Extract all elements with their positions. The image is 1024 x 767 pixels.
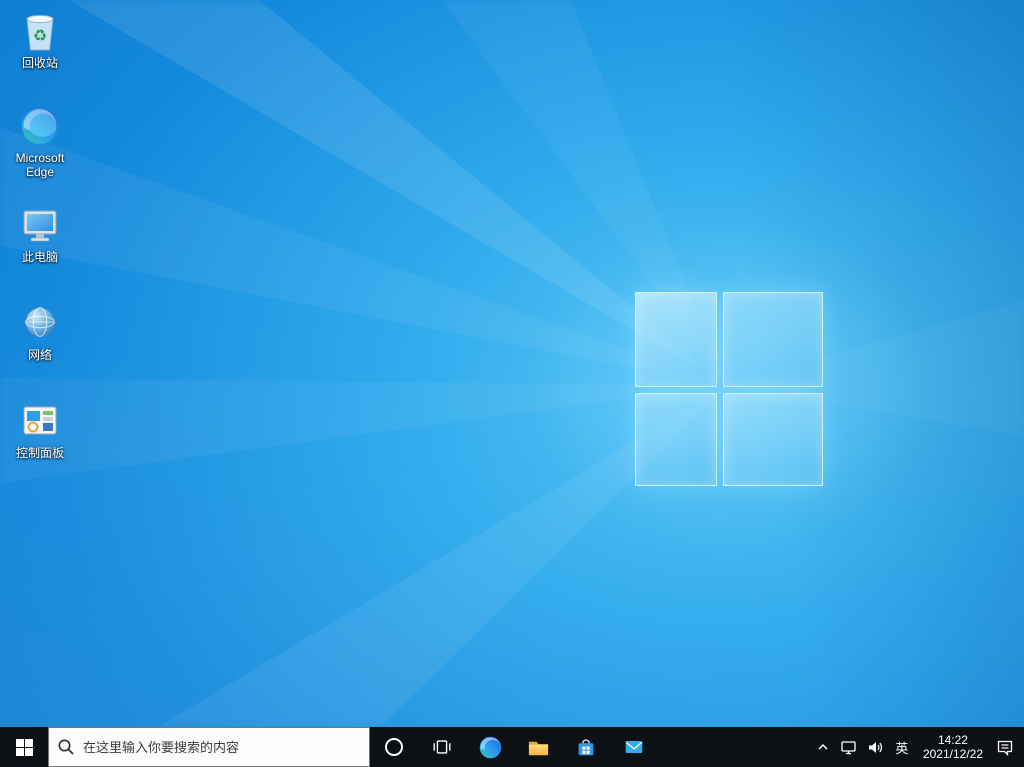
icon-label: 回收站 [21,56,58,70]
logo-pane [635,393,717,486]
icon-label: 此电脑 [21,250,58,264]
taskbar-clock[interactable]: 14:22 2021/12/22 [915,727,991,767]
windows-start-icon [15,738,33,756]
mail-icon [625,741,643,753]
icon-label: 网络 [27,348,52,362]
desktop-icon-network[interactable]: 网络 [3,300,77,362]
desktop-icon-control-panel[interactable]: 控制面板 [3,398,77,460]
tray-overflow-button[interactable] [811,727,835,767]
search-icon [58,739,74,755]
taskbar: 英 14:22 2021/12/22 [0,727,1024,767]
desktop-wallpaper: ♻ 回收站 Microsoft Edge 此电脑 网络 控制面板 [0,0,1024,727]
cortana-button[interactable] [370,727,418,767]
speaker-icon [868,741,882,753]
store-icon [578,739,594,756]
windows-logo-watermark [635,292,823,486]
start-button[interactable] [0,727,48,767]
chevron-up-icon [818,743,828,750]
clock-time: 14:22 [937,733,968,747]
search-input[interactable] [83,739,361,755]
mail-button[interactable] [610,727,658,767]
volume-button[interactable] [862,727,889,767]
desktop-icon-recycle-bin[interactable]: ♻ 回收站 [3,8,77,70]
ime-indicator[interactable]: 英 [889,727,915,767]
desktop-icon-this-pc[interactable]: 此电脑 [3,202,77,264]
action-center-button[interactable] [991,727,1019,767]
recycle-bin-icon: ♻ [16,8,64,54]
desktop-icon-microsoft-edge[interactable]: Microsoft Edge [3,103,77,179]
action-center-icon [997,740,1013,756]
task-view-button[interactable] [418,727,466,767]
edge-taskbar-button[interactable] [466,727,514,767]
task-view-icon [433,740,451,754]
icon-label: Microsoft Edge [15,151,65,179]
logo-pane [723,393,823,486]
logo-pane [723,292,823,387]
cortana-icon [385,738,403,756]
taskbar-search-box[interactable] [48,727,370,767]
file-explorer-button[interactable] [514,727,562,767]
logo-pane [635,292,717,387]
folder-icon [528,741,548,755]
microsoft-store-button[interactable] [562,727,610,767]
ethernet-network-icon [841,740,856,754]
clock-date: 2021/12/22 [922,747,983,761]
svg-text:♻: ♻ [33,28,47,45]
edge-icon [479,736,501,758]
network-status-button[interactable] [835,727,862,767]
edge-icon [16,103,64,149]
globe-network-icon [16,300,64,346]
icon-label: 控制面板 [15,446,64,460]
computer-icon [16,202,64,248]
system-tray: 英 14:22 2021/12/22 [811,727,1024,767]
control-panel-icon [16,398,64,444]
